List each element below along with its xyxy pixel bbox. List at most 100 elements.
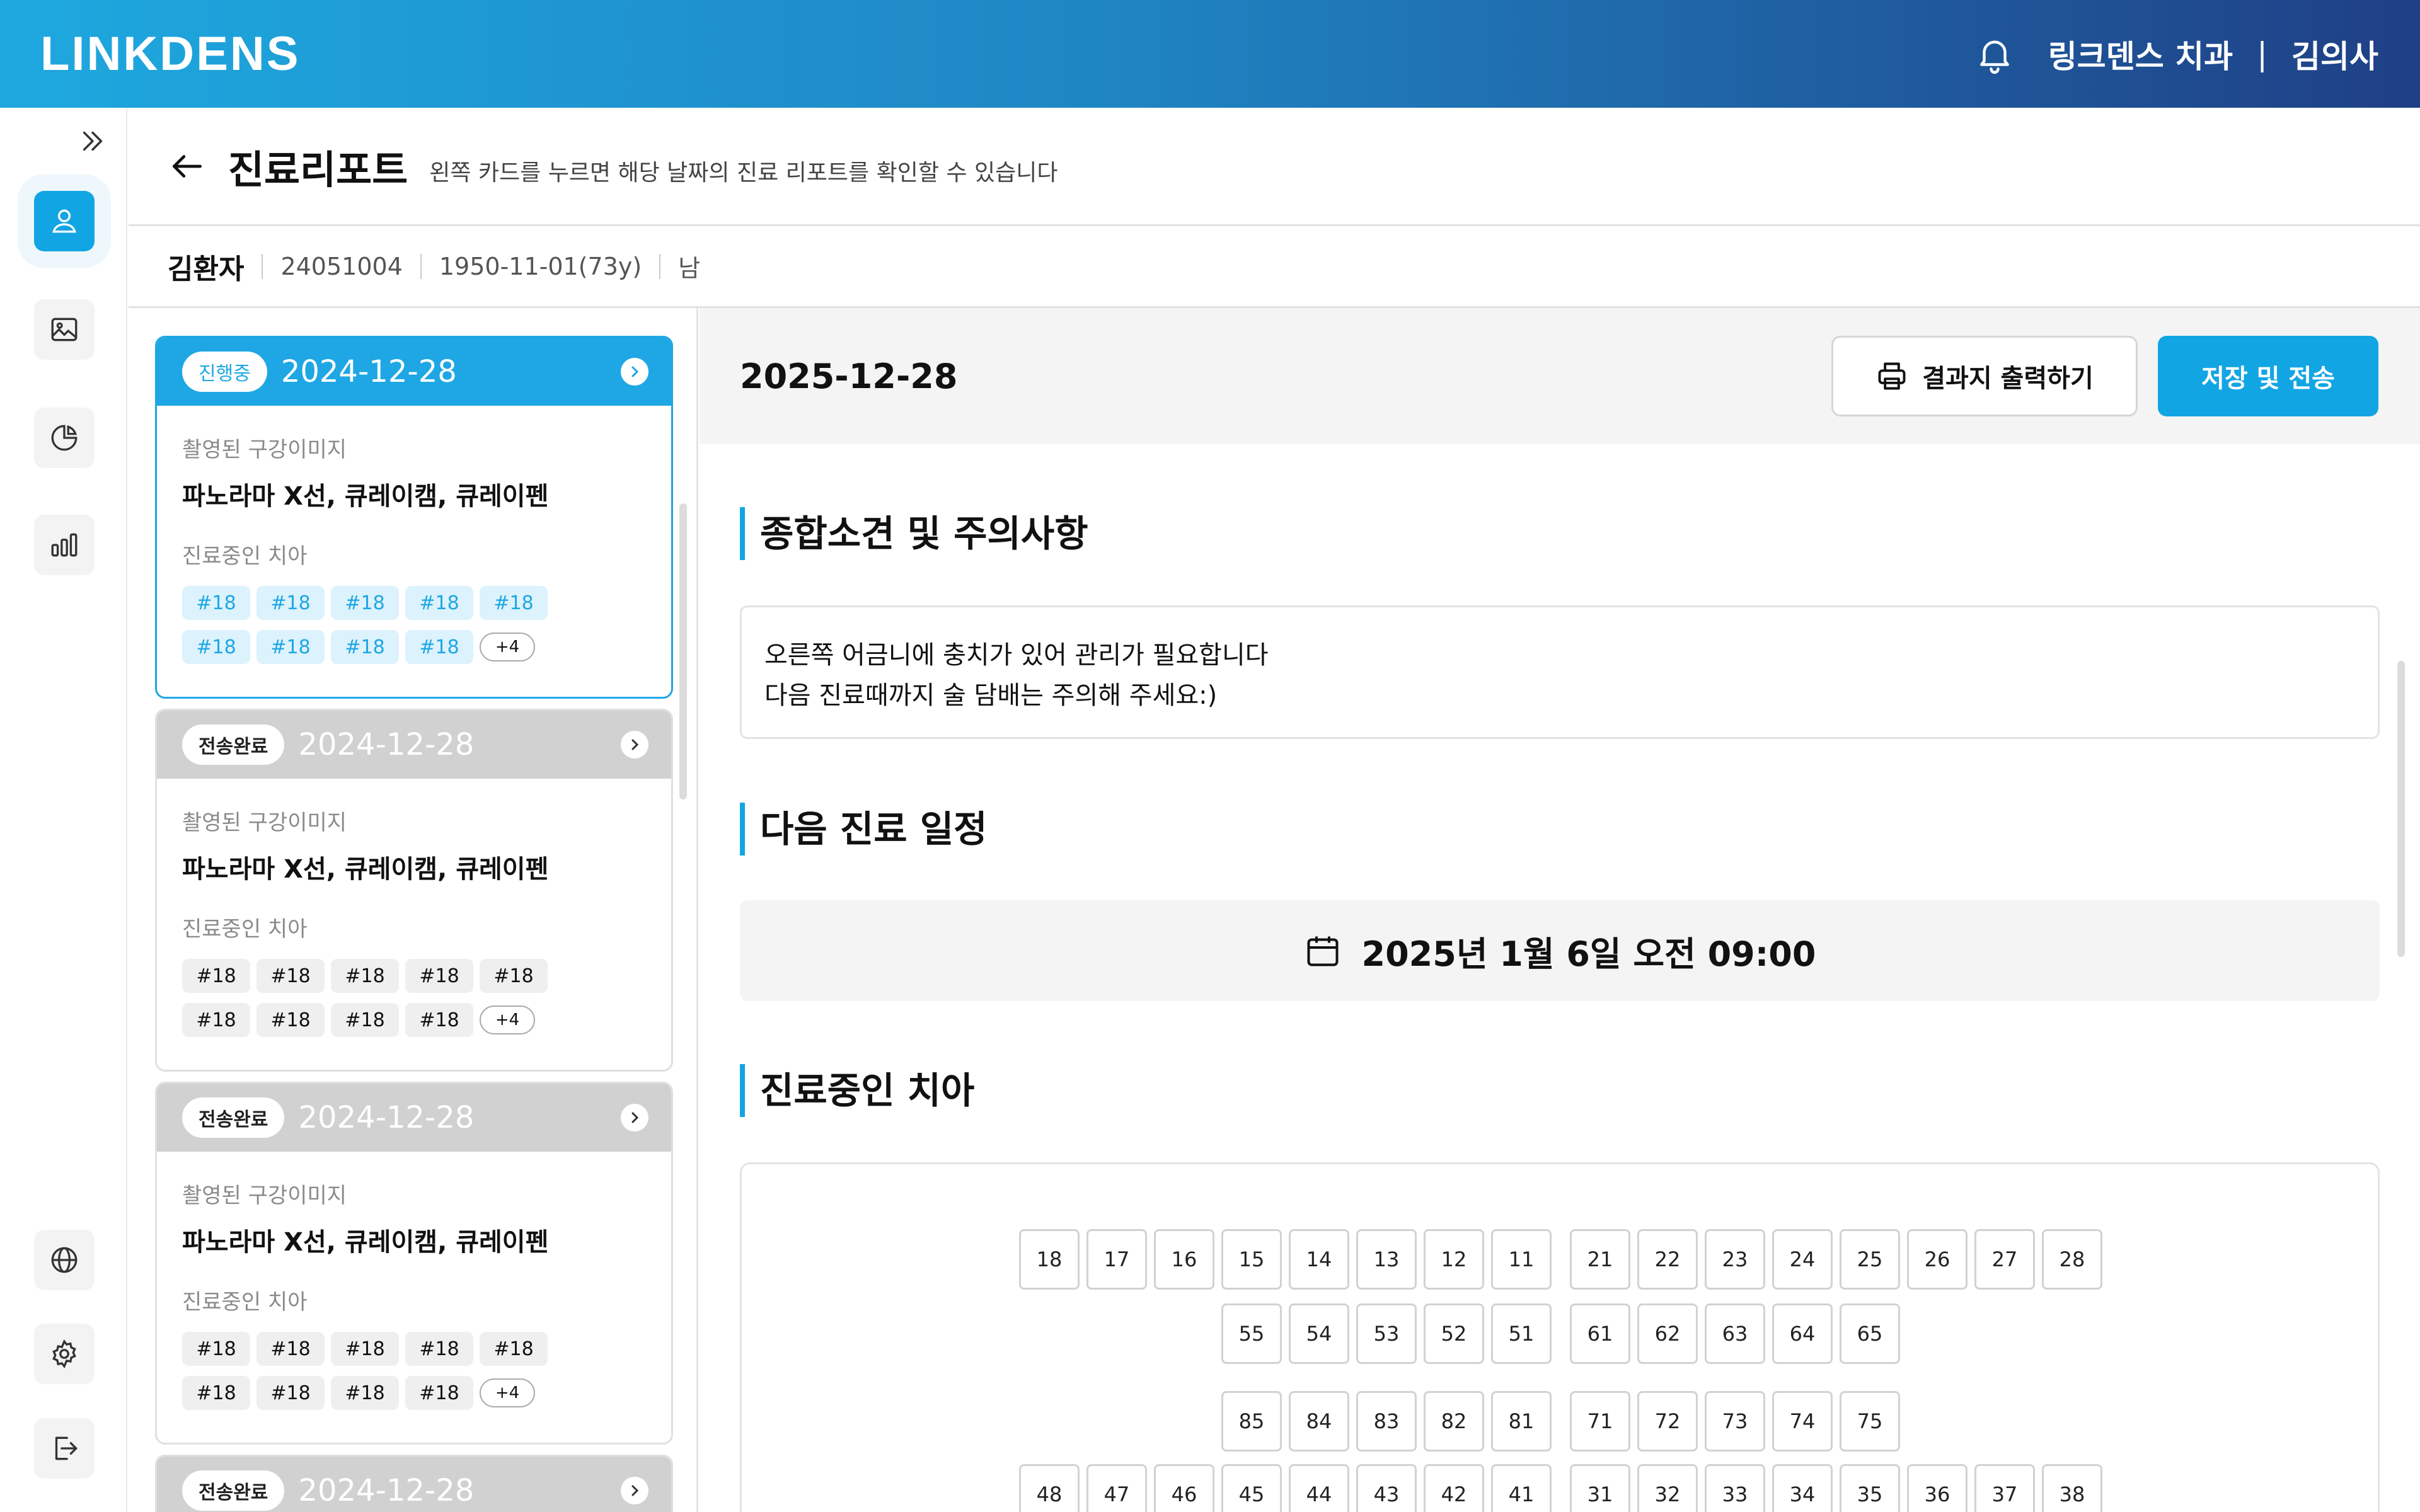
tooth-73[interactable]: 73 <box>1705 1391 1765 1452</box>
tooth-42[interactable]: 42 <box>1424 1464 1484 1512</box>
tooth-36[interactable]: 36 <box>1907 1464 1968 1512</box>
report-detail: 2025-12-28 결과지 출력하기 저장 및 전송 종합소견 및 주의사항 … <box>700 308 2420 1512</box>
tooth-tag: #18 <box>256 630 325 664</box>
side-rail <box>0 108 127 1512</box>
status-badge: 진행중 <box>182 352 267 392</box>
tooth-21[interactable]: 21 <box>1570 1229 1630 1290</box>
tooth-83[interactable]: 83 <box>1356 1391 1417 1452</box>
tooth-35[interactable]: 35 <box>1840 1464 1900 1512</box>
tooth-17[interactable]: 17 <box>1086 1229 1147 1290</box>
tooth-38[interactable]: 38 <box>2042 1464 2102 1512</box>
tooth-27[interactable]: 27 <box>1974 1229 2035 1290</box>
tooth-46[interactable]: 46 <box>1154 1464 1214 1512</box>
nav-stats-button[interactable] <box>34 515 95 575</box>
section-title-teeth: 진료중인 치아 <box>740 1064 974 1117</box>
header-separator: | <box>2257 35 2267 72</box>
report-card[interactable]: 진행중 2024-12-28 촬영된 구강이미지 파노라마 X선, 큐레이캠, … <box>155 336 673 699</box>
tooth-37[interactable]: 37 <box>1974 1464 2035 1512</box>
report-card[interactable]: 전송완료 2024-12-28 촬영된 구강이미지 파노라마 X선, 큐레이캠,… <box>155 709 673 1072</box>
tooth-72[interactable]: 72 <box>1637 1391 1698 1452</box>
tooth-84[interactable]: 84 <box>1289 1391 1349 1452</box>
report-card[interactable]: 전송완료 2024-12-28 촬영된 구강이미지 파노라마 X선, 큐레이캠,… <box>155 1082 673 1445</box>
tooth-52[interactable]: 52 <box>1424 1303 1484 1364</box>
chevron-right-icon[interactable] <box>621 358 648 386</box>
tooth-32[interactable]: 32 <box>1637 1464 1698 1512</box>
tooth-tag: #18 <box>331 959 399 993</box>
tooth-18[interactable]: 18 <box>1019 1229 1080 1290</box>
tooth-62[interactable]: 62 <box>1637 1303 1698 1364</box>
tooth-55[interactable]: 55 <box>1221 1303 1282 1364</box>
tooth-53[interactable]: 53 <box>1356 1303 1417 1364</box>
tooth-tag: #18 <box>405 1332 473 1366</box>
tooth-51[interactable]: 51 <box>1491 1303 1552 1364</box>
nav-patient-button[interactable] <box>34 191 95 251</box>
nav-analysis-button[interactable] <box>34 408 95 468</box>
tooth-85[interactable]: 85 <box>1221 1391 1282 1452</box>
card-header: 진행중 2024-12-28 <box>157 338 671 406</box>
clinic-name[interactable]: 링크덴스 치과 <box>2048 32 2233 77</box>
tooth-44[interactable]: 44 <box>1289 1464 1349 1512</box>
bell-icon[interactable] <box>1974 33 2015 75</box>
arrow-left-icon[interactable] <box>168 147 207 186</box>
tooth-23[interactable]: 23 <box>1705 1229 1765 1290</box>
tooth-48[interactable]: 48 <box>1019 1464 1080 1512</box>
bar-chart-icon <box>51 533 78 557</box>
status-badge: 전송완료 <box>182 1097 285 1138</box>
tooth-chart: 18 17 16 15 14 13 12 11 21 22 23 24 25 26 27 28 55 54 53 52… <box>740 1162 2380 1512</box>
tooth-14[interactable]: 14 <box>1289 1229 1349 1290</box>
tooth-33[interactable]: 33 <box>1705 1464 1765 1512</box>
more-tags-badge[interactable]: +4 <box>480 1005 535 1034</box>
tooth-tag: #18 <box>256 959 325 993</box>
tooth-75[interactable]: 75 <box>1840 1391 1900 1452</box>
app-logo[interactable]: LINKDENS <box>40 26 300 81</box>
tooth-tag: #18 <box>182 586 250 620</box>
tooth-11[interactable]: 11 <box>1491 1229 1552 1290</box>
tooth-26[interactable]: 26 <box>1907 1229 1968 1290</box>
tooth-tag: #18 <box>182 630 250 664</box>
more-tags-badge[interactable]: +4 <box>480 633 535 662</box>
tooth-24[interactable]: 24 <box>1772 1229 1833 1290</box>
print-button[interactable]: 결과지 출력하기 <box>1831 336 2138 416</box>
double-chevron-right-icon[interactable] <box>78 127 107 156</box>
tooth-64[interactable]: 64 <box>1772 1303 1833 1364</box>
tooth-65[interactable]: 65 <box>1840 1303 1900 1364</box>
chevron-right-icon[interactable] <box>621 1477 648 1504</box>
nav-settings-button[interactable] <box>34 1324 95 1384</box>
tooth-16[interactable]: 16 <box>1154 1229 1214 1290</box>
printer-icon <box>1878 362 1906 390</box>
tooth-tag: #18 <box>256 586 325 620</box>
tooth-22[interactable]: 22 <box>1637 1229 1698 1290</box>
tooth-47[interactable]: 47 <box>1086 1464 1147 1512</box>
tooth-34[interactable]: 34 <box>1772 1464 1833 1512</box>
tooth-45[interactable]: 45 <box>1221 1464 1282 1512</box>
tooth-tag: #18 <box>256 1003 325 1037</box>
chevron-right-icon[interactable] <box>621 731 648 759</box>
tooth-81[interactable]: 81 <box>1491 1391 1552 1452</box>
doctor-name[interactable]: 김의사 <box>2291 32 2378 77</box>
save-send-button[interactable]: 저장 및 전송 <box>2158 336 2378 416</box>
chevron-right-icon[interactable] <box>621 1104 648 1131</box>
nav-logout-button[interactable] <box>34 1418 95 1479</box>
tooth-71[interactable]: 71 <box>1570 1391 1630 1452</box>
list-scrollbar[interactable] <box>679 503 687 799</box>
report-card[interactable]: 전송완료 2024-12-28 <box>155 1455 673 1512</box>
teeth-label: 진료중인 치아 <box>182 544 308 569</box>
tooth-12[interactable]: 12 <box>1424 1229 1484 1290</box>
nav-language-button[interactable] <box>34 1230 95 1290</box>
tooth-31[interactable]: 31 <box>1570 1464 1630 1512</box>
tooth-25[interactable]: 25 <box>1840 1229 1900 1290</box>
tooth-15[interactable]: 15 <box>1221 1229 1282 1290</box>
tooth-61[interactable]: 61 <box>1570 1303 1630 1364</box>
tooth-63[interactable]: 63 <box>1705 1303 1765 1364</box>
more-tags-badge[interactable]: +4 <box>480 1378 535 1407</box>
tooth-tag: #18 <box>331 586 399 620</box>
detail-scrollbar[interactable] <box>2397 661 2405 957</box>
tooth-54[interactable]: 54 <box>1289 1303 1349 1364</box>
tooth-13[interactable]: 13 <box>1356 1229 1417 1290</box>
tooth-41[interactable]: 41 <box>1491 1464 1552 1512</box>
tooth-74[interactable]: 74 <box>1772 1391 1833 1452</box>
tooth-43[interactable]: 43 <box>1356 1464 1417 1512</box>
nav-images-button[interactable] <box>34 299 95 360</box>
tooth-82[interactable]: 82 <box>1424 1391 1484 1452</box>
tooth-28[interactable]: 28 <box>2042 1229 2102 1290</box>
